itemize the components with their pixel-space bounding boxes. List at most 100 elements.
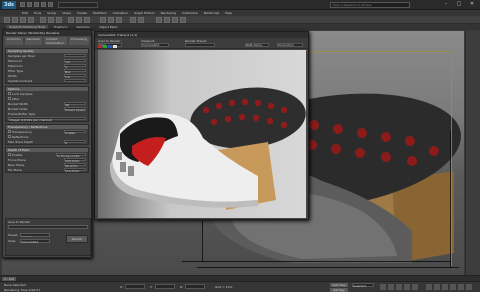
zoom-all-icon[interactable]: [434, 284, 440, 290]
snap-icon[interactable]: [100, 17, 106, 23]
go-to-start-icon[interactable]: [380, 284, 386, 290]
pan-icon[interactable]: [442, 284, 448, 290]
menu-item[interactable]: Help: [225, 11, 232, 15]
render-teapot-icon[interactable]: [180, 17, 186, 23]
production-dropdown[interactable]: Production: [277, 43, 303, 47]
redo-tool-icon[interactable]: [12, 17, 18, 23]
maximize-viewport-icon[interactable]: [466, 284, 472, 290]
auto-key-button[interactable]: Auto Key: [330, 283, 348, 287]
tab-indirect-illumination[interactable]: Indirect Illumination: [44, 37, 67, 45]
close-button[interactable]: ✕: [466, 1, 478, 8]
x-coordinate-field[interactable]: [125, 284, 145, 289]
redo-icon[interactable]: [48, 2, 53, 7]
unlink-icon[interactable]: [28, 17, 34, 23]
minimize-button[interactable]: –: [440, 1, 452, 8]
render-setup-dialog[interactable]: Render Setup: Mental Ray Renderer Common…: [2, 29, 92, 258]
blue-channel-icon[interactable]: [108, 45, 112, 48]
workspace-dropdown[interactable]: [58, 2, 98, 8]
next-frame-icon[interactable]: [404, 284, 410, 290]
region-select-icon[interactable]: [56, 17, 62, 23]
channel-dropdown[interactable]: RGB Alpha: [245, 43, 269, 47]
preset-dropdown[interactable]: ----------: [20, 233, 50, 238]
angle-snap-icon[interactable]: [108, 17, 114, 23]
open-icon[interactable]: [27, 2, 32, 7]
scale-icon[interactable]: [84, 17, 90, 23]
checkbox[interactable]: [8, 91, 11, 95]
preset-dropdown-fb[interactable]: [185, 43, 215, 47]
menu-item[interactable]: Group: [47, 11, 56, 15]
render-frame-icon[interactable]: [172, 17, 178, 23]
mirror-icon[interactable]: [130, 17, 136, 23]
depth-of-field-rollout: Depth of Field Enable In Focus Limits Foc…: [5, 147, 89, 173]
tab-common[interactable]: Common: [5, 37, 23, 45]
menu-item[interactable]: Modifiers: [93, 11, 107, 15]
save-icon[interactable]: [34, 2, 39, 7]
move-icon[interactable]: [68, 17, 74, 23]
select-by-name-icon[interactable]: [48, 17, 54, 23]
setting-field[interactable]: [64, 78, 86, 83]
align-icon[interactable]: [138, 17, 144, 23]
field-of-view-icon[interactable]: [458, 284, 464, 290]
tab-renderer[interactable]: Renderer: [24, 37, 43, 45]
menu-item[interactable]: Customize: [182, 11, 198, 15]
area-to-render-dropdown[interactable]: [8, 225, 88, 229]
setting-field[interactable]: 4: [64, 63, 86, 69]
material-editor-icon[interactable]: [156, 17, 162, 23]
menu-item[interactable]: Views: [62, 11, 71, 15]
menu-item[interactable]: Tools: [34, 11, 41, 15]
search-input[interactable]: Type a keyword or phrase: [330, 2, 410, 8]
setting-field[interactable]: [64, 53, 86, 58]
undo-tool-icon[interactable]: [4, 17, 10, 23]
setting-field[interactable]: 6: [64, 139, 86, 145]
render-setup-icon[interactable]: [164, 17, 170, 23]
zoom-icon[interactable]: [426, 284, 432, 290]
set-key-button[interactable]: Set Key: [330, 288, 348, 292]
menu-item[interactable]: Animation: [113, 11, 128, 15]
new-icon[interactable]: [20, 2, 25, 7]
tab-processing[interactable]: Processing: [68, 37, 89, 45]
setting-field[interactable]: In Focus Limits: [56, 152, 86, 158]
percent-snap-icon[interactable]: [116, 17, 122, 23]
setting-field[interactable]: 48: [64, 101, 86, 107]
setting-field[interactable]: 110.0mm: [64, 167, 86, 173]
render-button[interactable]: Render: [66, 235, 88, 243]
undo-icon[interactable]: [41, 2, 46, 7]
select-icon[interactable]: [40, 17, 46, 23]
setting-field[interactable]: 90.0mm: [64, 162, 86, 168]
app-logo[interactable]: 3ds: [2, 1, 16, 9]
z-coordinate-field[interactable]: [185, 284, 205, 289]
link-icon[interactable]: [20, 17, 26, 23]
setting-field[interactable]: Enable: [64, 129, 86, 135]
maximize-button[interactable]: □: [453, 1, 465, 8]
setting-field[interactable]: Hilbert (best): [64, 106, 86, 112]
previous-frame-icon[interactable]: [388, 284, 394, 290]
menu-item[interactable]: Create: [77, 11, 87, 15]
setting-field[interactable]: Box: [64, 68, 86, 74]
rotate-icon[interactable]: [76, 17, 82, 23]
orbit-icon[interactable]: [450, 284, 456, 290]
green-channel-icon[interactable]: [103, 45, 107, 48]
checkbox[interactable]: [8, 96, 11, 100]
setting-field[interactable]: 100.0mm: [64, 157, 86, 163]
checkbox[interactable]: [8, 152, 11, 156]
tab-object-paint[interactable]: Object Paint: [96, 25, 120, 29]
menu-item[interactable]: Edit: [22, 11, 28, 15]
viewport-dropdown[interactable]: Camera001: [141, 43, 169, 47]
menu-item[interactable]: Graph Editors: [134, 11, 155, 15]
menu-item[interactable]: Rendering: [161, 11, 176, 15]
selected-dropdown[interactable]: Selected: [352, 283, 374, 288]
red-channel-icon[interactable]: [98, 45, 102, 48]
go-to-end-icon[interactable]: [412, 284, 418, 290]
y-coordinate-field[interactable]: [155, 284, 175, 289]
view-dropdown[interactable]: Camera001: [20, 239, 50, 244]
play-icon[interactable]: [396, 284, 402, 290]
menu-item[interactable]: MAXScript: [204, 11, 219, 15]
setting-field[interactable]: 1/4: [64, 58, 86, 64]
frame-buffer-window[interactable]: Camera001, frame 0 (1:1) Area to Render:…: [94, 31, 309, 220]
command-panel[interactable]: [465, 31, 480, 275]
checkbox[interactable]: [8, 134, 11, 138]
setting-field[interactable]: 1.0: [64, 73, 86, 79]
alpha-channel-icon[interactable]: [113, 45, 117, 48]
checkbox[interactable]: [8, 129, 11, 133]
frame-buffer-type-dropdown[interactable]: Integer (16 bits per channel): [8, 116, 86, 122]
